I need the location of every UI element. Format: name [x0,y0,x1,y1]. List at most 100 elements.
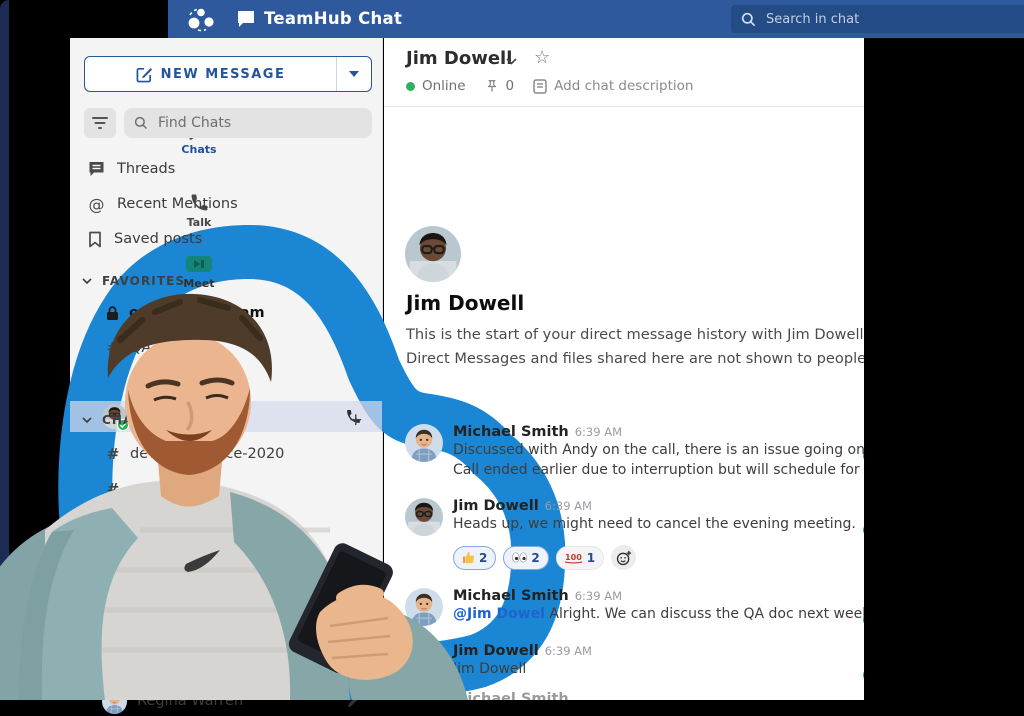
channels-section-header[interactable]: CHANNELS + [70,409,382,431]
channel-label: general [130,481,185,497]
message[interactable]: Jim Dowell 6:39 AM Heads up, we might nee… [405,495,864,533]
search-icon [134,116,148,130]
at-icon: @ [88,195,105,214]
chat-area: Jim Dowell ☆ Online 0 Add chat descripti… [384,38,864,700]
intro-text-line: This is the start of your direct message… [406,326,864,343]
chevron-down-icon [82,417,92,423]
hash-icon: # [106,515,120,533]
sidebar-item-design[interactable]: # design [70,509,382,539]
hundred-icon: 100 [565,552,583,564]
reaction-thumbs-up[interactable]: 2 [453,546,496,570]
avatar [405,226,461,282]
reactions-row: 2 2 100 1 [453,545,636,570]
message-text: Discussed with Andy on the call, there i… [453,440,864,460]
user-mention[interactable]: @Jim Dowel [453,606,545,622]
sidebar-item-general[interactable]: # general [70,474,382,504]
filter-button[interactable] [84,108,116,138]
message-time: 6:39 AM [575,589,622,603]
find-chats-input[interactable] [156,114,340,132]
sidebar-item-conference-2020[interactable]: # dev-conference-2020 [70,439,382,469]
bookmark-icon [88,231,102,248]
add-reaction-icon [616,550,632,566]
favorite-star-icon[interactable]: ☆ [534,47,550,68]
favorites-header-label: FAVORITES [102,274,185,288]
online-status-dot [406,82,415,91]
global-search[interactable] [731,5,1024,33]
hash-icon: # [106,445,120,463]
channel-label: operations-team [129,305,265,321]
chevron-down-icon [82,278,92,284]
description-icon [533,79,547,94]
pencil-icon [347,695,360,708]
favorites-section-header[interactable]: FAVORITES [70,270,382,292]
sidebar-item-mentions[interactable]: @ Recent Mentions [70,189,382,219]
new-message-button[interactable]: NEW MESSAGE [84,56,372,92]
threads-icon [88,161,105,177]
search-icon [741,12,756,27]
message-time: 6:39 AM [575,425,622,439]
filter-icon [92,117,108,129]
channel-label: random [130,551,186,567]
new-message-dropdown[interactable] [336,57,371,91]
sidebar-item-random[interactable]: # random [70,544,382,574]
threads-label: Threads [117,161,175,177]
lock-icon [106,306,119,321]
top-bar: TeamHub Chat [168,0,1024,38]
sidebar: NEW MESSAGE Threads @ Recent Me [70,38,382,700]
chevron-down-icon[interactable] [506,58,517,65]
intro-user-name: Jim Dowell [406,291,524,315]
hash-icon: # [106,339,120,357]
status-label: Online [422,78,466,94]
message-text: Alright. We can discuss the QA doc next … [545,606,864,622]
caret-down-icon [349,71,359,77]
sidebar-item-qa[interactable]: # QA [70,333,382,363]
compose-icon [136,66,153,83]
message-author: Jim Dowell [453,643,539,659]
message-text: Jim Dowell [453,659,864,679]
message-author: Michael Smith [453,588,569,604]
channels-header-label: CHANNELS [102,413,184,427]
reaction-hundred[interactable]: 100 1 [556,546,604,570]
direct-messages-section-header[interactable]: DIRECT MESSAGES + [70,658,382,680]
sidebar-item-saved[interactable]: Saved posts [70,224,382,254]
message-author: Michael Smith [453,691,569,700]
message-text: Call ended earlier due to interruption b… [453,460,864,480]
message-text: Heads up, we might need to cancel the ev… [453,514,864,534]
dm-label: Regina Warren [137,693,243,709]
add-channel-button[interactable]: + [349,410,364,430]
pin-icon[interactable] [485,79,499,93]
add-dm-button[interactable]: + [349,659,364,679]
chevron-down-icon [82,666,92,672]
message-time: 6:39 AM [545,644,592,658]
sidebar-item-operations-team[interactable]: operations-team [70,298,382,328]
reaction-eyes[interactable]: 2 [503,546,548,570]
sidebar-item-regina-warren[interactable]: Regina Warren [70,686,382,716]
window-edge [0,0,9,700]
message[interactable]: Michael Smith [405,688,864,700]
message-time: 6:39 AM [545,499,592,513]
eyes-icon [512,552,527,563]
add-description[interactable]: Add chat description [554,78,693,94]
app-logo-icon [184,6,218,33]
pin-count: 0 [506,78,515,94]
search-input[interactable] [764,11,988,28]
sidebar-item-threads[interactable]: Threads [70,154,382,184]
reaction-count: 1 [587,551,595,565]
message-author: Jim Dowell [453,498,539,514]
mentions-label: Recent Mentions [117,196,238,212]
reaction-count: 2 [531,551,539,565]
reaction-count: 2 [479,551,487,565]
chat-title[interactable]: Jim Dowell [406,48,512,69]
message-author: Michael Smith [453,424,569,440]
find-chats-box[interactable] [124,108,372,138]
message[interactable]: Michael Smith 6:39 AM @Jim Dowel Alright.… [405,585,864,623]
message[interactable]: Jim Dowell6:39 AM Jim Dowell [405,640,864,678]
channel-label: dev-conference-2020 [130,446,284,462]
add-reaction-button[interactable] [611,545,636,570]
message[interactable]: Michael Smith 6:39 AM Discussed with Andy… [405,421,864,459]
channel-label: QA [130,340,151,356]
new-message-label: NEW MESSAGE [161,67,286,82]
intro-text-line: Direct Messages and files shared here ar… [406,350,864,367]
channel-label: design [130,516,178,532]
hash-icon: # [106,550,120,568]
